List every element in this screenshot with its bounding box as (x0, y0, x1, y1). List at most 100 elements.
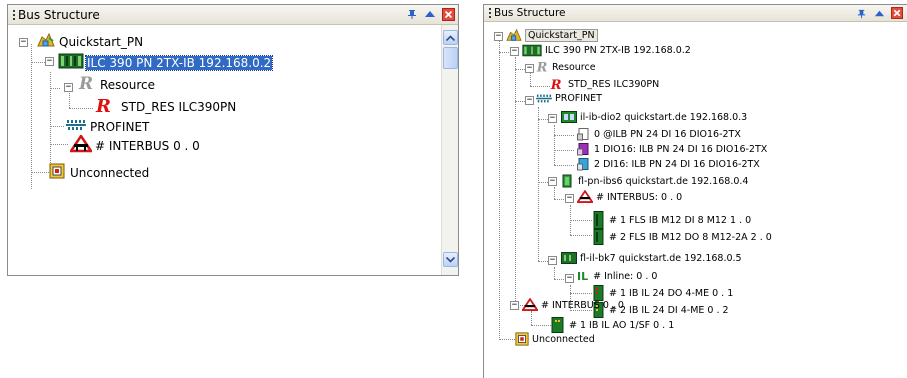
collapse-arrow-icon[interactable] (423, 7, 437, 21)
tree-node-controller[interactable]: ILC 390 PN 2TX-IB 192.168.0.2 (522, 44, 691, 57)
node-label: STD_RES ILC390PN (121, 99, 237, 114)
tree-node-profinet[interactable]: PROFINET (536, 93, 602, 104)
module-icon (577, 128, 589, 141)
node-label: # INTERBUS 0 . 0 (541, 299, 624, 311)
expand-toggle[interactable]: − (510, 301, 519, 310)
scroll-up-button[interactable] (443, 30, 458, 45)
tree-node-resource[interactable]: R Resource (78, 74, 155, 95)
resource-icon: R (536, 61, 547, 75)
tree-node-module[interactable]: # 1 IB IL AO 1/SF 0 . 1 (551, 317, 674, 333)
scroll-down-button[interactable] (443, 252, 458, 267)
tree-node-inline[interactable]: IL # Inline: 0 . 0 (577, 270, 657, 283)
module-icon (551, 317, 564, 333)
unconnected-icon (515, 332, 529, 346)
pin-icon[interactable] (854, 6, 868, 20)
expand-toggle[interactable]: − (565, 274, 574, 283)
tree-node-module[interactable]: 1 DIO16: ILB PN 24 DI 16 DIO16-2TX (577, 143, 767, 156)
tree-node-module[interactable]: # 1 FLS IB M12 DI 8 M12 1 . 0 (593, 211, 751, 229)
tree-node-interbus[interactable]: # INTERBUS 0 . 0 (522, 298, 624, 312)
expand-toggle[interactable]: − (64, 83, 73, 92)
tree-node-unconnected[interactable]: Unconnected (515, 332, 595, 346)
module-icon (577, 143, 589, 156)
tree-node-unconnected[interactable]: Unconnected (49, 163, 149, 182)
tree-node-device-1[interactable]: il-ib-dio2 quickstart.de 192.168.0.3 (561, 111, 747, 123)
tree-node-std-res[interactable]: R STD_RES ILC390PN (550, 77, 659, 91)
interbus-icon (522, 298, 538, 311)
module-icon (593, 211, 604, 229)
expand-toggle[interactable]: − (525, 96, 534, 105)
interbus-icon (577, 190, 593, 203)
profinet-icon (536, 94, 552, 103)
expand-toggle[interactable]: − (19, 38, 28, 47)
node-label: Quickstart_PN (59, 34, 144, 49)
tree-node-device-3[interactable]: fl-il-bk7 quickstart.de 192.168.0.5 (561, 252, 742, 264)
pin-icon[interactable] (405, 7, 419, 21)
tree-node-interbus[interactable]: # INTERBUS: 0 . 0 (577, 190, 682, 204)
close-icon[interactable] (441, 7, 455, 21)
expand-toggle[interactable]: − (510, 47, 519, 56)
bus-tree: − Quickstart_PN − ILC 390 PN 2TX-IB 192.… (484, 23, 907, 378)
expand-toggle[interactable]: − (548, 114, 557, 123)
device-icon (561, 111, 577, 123)
tree-node-project[interactable]: Quickstart_PN (506, 28, 598, 42)
interbus-icon (68, 133, 94, 156)
module-icon (593, 229, 604, 245)
node-label: 0 @ILB PN 24 DI 16 DIO16-2TX (594, 129, 741, 140)
std-res-icon: R (95, 96, 113, 117)
tree-node-interbus[interactable]: # INTERBUS 0 . 0 (68, 133, 200, 156)
svg-text:R: R (550, 78, 562, 91)
node-label: ILC 390 PN 2TX-IB 192.168.0.2 (545, 45, 691, 56)
profinet-icon (66, 118, 86, 135)
tree-node-module[interactable]: # 2 FLS IB M12 DO 8 M12-2A 2 . 0 (593, 229, 772, 245)
node-label: # 1 FLS IB M12 DI 8 M12 1 . 0 (609, 214, 752, 226)
std-res-icon: R (550, 78, 562, 91)
project-icon (37, 32, 55, 51)
node-label: # INTERBUS 0 . 0 (95, 138, 200, 153)
expand-toggle[interactable]: − (45, 57, 54, 66)
node-label: Unconnected (532, 333, 595, 345)
vertical-scrollbar[interactable] (441, 25, 458, 275)
panel-titlebar: Bus Structure (8, 5, 458, 25)
module-icon (577, 158, 589, 171)
unconnected-icon (49, 163, 65, 182)
collapse-arrow-icon[interactable] (872, 6, 886, 20)
bus-tree: − Quickstart_PN − ILC 390 PN 2TX-IB 192.… (8, 26, 458, 275)
scroll-thumb[interactable] (443, 47, 458, 69)
node-label: # Inline: 0 . 0 (593, 271, 658, 282)
tree-node-module[interactable]: 2 DI16: ILB PN 24 DI 16 DIO16-2TX (577, 158, 760, 171)
node-label: # 1 IB IL AO 1/SF 0 . 1 (569, 319, 675, 331)
tree-node-controller[interactable]: ILC 390 PN 2TX-IB 192.168.0.2 (58, 53, 274, 72)
expand-toggle[interactable]: − (565, 194, 574, 203)
node-label-selected: ILC 390 PN 2TX-IB 192.168.0.2 (84, 54, 274, 71)
tree-node-device-2[interactable]: fl-pn-ibs6 quickstart.de 192.168.0.4 (561, 174, 748, 188)
node-label: STD_RES ILC390PN (568, 78, 660, 90)
resource-icon: R (78, 74, 94, 95)
expand-toggle[interactable]: − (548, 177, 557, 186)
grip-icon[interactable] (486, 6, 494, 20)
node-label: PROFINET (90, 119, 150, 134)
expand-toggle[interactable]: − (494, 32, 503, 41)
node-label: fl-il-bk7 quickstart.de 192.168.0.5 (580, 252, 742, 264)
project-icon (506, 28, 522, 41)
node-label: il-ib-dio2 quickstart.de 192.168.0.3 (580, 111, 748, 123)
close-icon[interactable] (890, 6, 904, 20)
expand-toggle[interactable]: − (548, 256, 557, 265)
tree-node-module[interactable]: 0 @ILB PN 24 DI 16 DIO16-2TX (577, 128, 741, 141)
node-label: 1 DIO16: ILB PN 24 DI 16 DIO16-2TX (594, 144, 768, 155)
node-label: # 2 IB IL 24 DI 4-ME 0 . 2 (609, 304, 729, 316)
tree-node-resource[interactable]: R Resource (536, 60, 596, 75)
node-label: Resource (552, 61, 596, 73)
node-label: 2 DI16: ILB PN 24 DI 16 DIO16-2TX (594, 159, 760, 170)
node-label: Unconnected (70, 165, 150, 180)
node-label: # INTERBUS: 0 . 0 (596, 191, 683, 203)
panel-title: Bus Structure (18, 7, 100, 22)
tree-node-project[interactable]: Quickstart_PN (37, 32, 143, 51)
tree-node-profinet[interactable]: PROFINET (66, 118, 149, 135)
inline-icon: IL (577, 270, 589, 283)
grip-icon[interactable] (10, 8, 18, 22)
expand-toggle[interactable]: − (525, 64, 534, 73)
node-label: PROFINET (555, 93, 602, 104)
svg-text:R: R (78, 74, 93, 92)
bus-structure-panel-left: Bus Structure − Quickstart_PN − ILC 390 … (7, 4, 459, 276)
tree-node-std-res[interactable]: R STD_RES ILC390PN (95, 96, 236, 117)
